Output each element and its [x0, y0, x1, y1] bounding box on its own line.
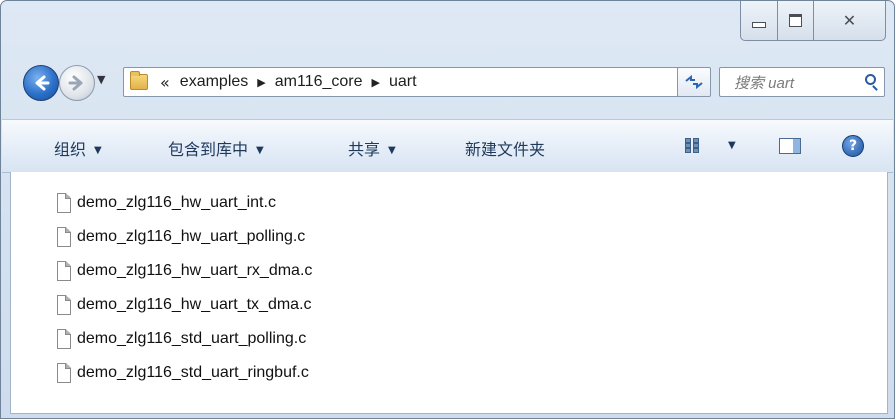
file-name: demo_zlg116_std_uart_polling.c [77, 330, 307, 347]
back-button[interactable] [23, 65, 59, 101]
refresh-icon [685, 74, 703, 90]
search-icon[interactable] [865, 74, 876, 85]
chevron-down-icon: ▼ [94, 145, 102, 156]
breadcrumb-separator[interactable]: ▶ [372, 76, 380, 89]
maximize-button[interactable] [778, 1, 814, 41]
chevron-down-icon: ▼ [388, 145, 396, 156]
preview-pane-icon[interactable] [779, 138, 801, 154]
forward-arrow-icon [68, 75, 83, 91]
c-file-icon [57, 329, 71, 349]
explorer-window: ✕ ▼ « examples ▶ am116_core ▶ uart ▼ [0, 0, 895, 419]
help-icon[interactable]: ? [842, 135, 864, 157]
include-in-library-label: 包含到库中 [168, 140, 249, 159]
command-bar: 组织 ▼ 包含到库中 ▼ 共享 ▼ 新建文件夹 ▼ ? [2, 119, 893, 173]
breadcrumb-examples[interactable]: examples [180, 73, 248, 91]
navigation-row: ▼ « examples ▶ am116_core ▶ uart ▼ 搜索 ua… [21, 61, 891, 105]
folder-icon [130, 71, 148, 90]
list-item[interactable]: demo_zlg116_std_uart_ringbuf.c [57, 356, 312, 390]
search-box[interactable]: 搜索 uart [719, 67, 885, 97]
c-file-icon [57, 363, 71, 383]
forward-button[interactable] [59, 65, 95, 101]
breadcrumb-separator[interactable]: ▶ [257, 76, 265, 89]
new-folder-button[interactable]: 新建文件夹 [465, 136, 545, 160]
address-bar[interactable]: « examples ▶ am116_core ▶ uart ▼ [123, 67, 707, 97]
list-item[interactable]: demo_zlg116_hw_uart_polling.c [57, 220, 312, 254]
list-item[interactable]: demo_zlg116_hw_uart_int.c [57, 186, 312, 220]
organize-label: 组织 [54, 140, 87, 159]
file-name: demo_zlg116_hw_uart_int.c [77, 194, 276, 211]
file-name: demo_zlg116_hw_uart_rx_dma.c [77, 262, 313, 279]
minimize-icon [752, 21, 766, 28]
minimize-button[interactable] [740, 1, 778, 41]
file-list: demo_zlg116_hw_uart_int.c demo_zlg116_hw… [57, 186, 312, 390]
breadcrumb-am116-core[interactable]: am116_core [275, 73, 363, 91]
close-button[interactable]: ✕ [814, 1, 886, 41]
c-file-icon [57, 227, 71, 247]
search-input[interactable]: 搜索 uart [734, 72, 794, 93]
include-in-library-menu[interactable]: 包含到库中 ▼ [168, 136, 264, 160]
list-item[interactable]: demo_zlg116_std_uart_polling.c [57, 322, 312, 356]
caption-buttons: ✕ [740, 1, 886, 41]
organize-menu[interactable]: 组织 ▼ [54, 136, 102, 160]
share-label: 共享 [348, 140, 381, 159]
file-name: demo_zlg116_std_uart_ringbuf.c [77, 364, 309, 381]
recent-pages-dropdown[interactable]: ▼ [97, 73, 105, 86]
refresh-button[interactable] [677, 67, 711, 97]
breadcrumb-uart[interactable]: uart [389, 73, 417, 91]
close-icon: ✕ [842, 11, 857, 30]
share-menu[interactable]: 共享 ▼ [348, 136, 396, 160]
c-file-icon [57, 295, 71, 315]
chevron-down-icon: ▼ [256, 145, 264, 156]
file-list-pane: demo_zlg116_hw_uart_int.c demo_zlg116_hw… [10, 172, 888, 414]
maximize-icon [789, 14, 802, 27]
file-name: demo_zlg116_hw_uart_polling.c [77, 228, 306, 245]
file-name: demo_zlg116_hw_uart_tx_dma.c [77, 296, 312, 313]
list-item[interactable]: demo_zlg116_hw_uart_rx_dma.c [57, 254, 312, 288]
views-dropdown-icon[interactable]: ▼ [728, 140, 736, 151]
c-file-icon [57, 261, 71, 281]
views-icon[interactable] [685, 138, 703, 153]
c-file-icon [57, 193, 71, 213]
breadcrumb-overflow[interactable]: « [160, 73, 170, 92]
back-arrow-icon [35, 75, 50, 91]
list-item[interactable]: demo_zlg116_hw_uart_tx_dma.c [57, 288, 312, 322]
